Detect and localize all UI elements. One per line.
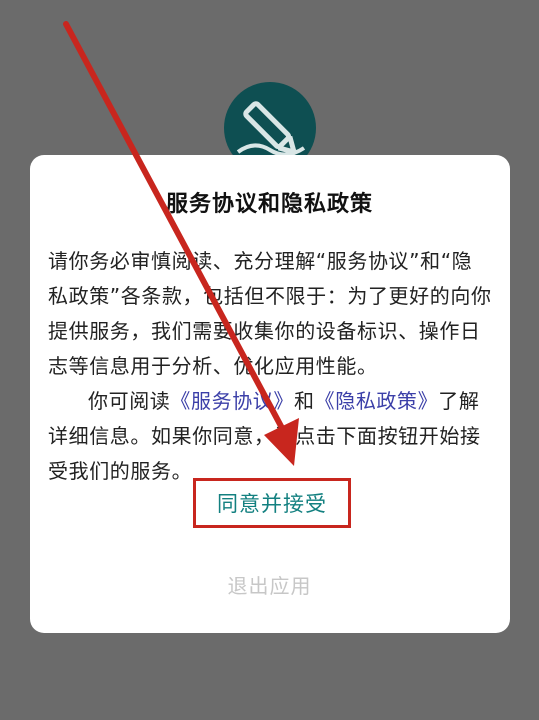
agree-button[interactable]: 同意并接受 xyxy=(193,478,351,528)
privacy-policy-link[interactable]: 《隐私政策》 xyxy=(315,389,439,413)
dialog-body: 请你务必审慎阅读、充分理解“服务协议”和“隐私政策”各条款，包括但不限于：为了更… xyxy=(48,244,492,489)
paragraph-2-prefix: 你可阅读 xyxy=(88,389,171,413)
body-paragraph-2: 你可阅读《服务协议》和《隐私政策》了解详细信息。如果你同意，请点击下面按钮开始接… xyxy=(48,384,492,489)
service-agreement-link[interactable]: 《服务协议》 xyxy=(170,389,294,413)
paragraph-2-and: 和 xyxy=(294,389,315,413)
exit-app-button[interactable]: 退出应用 xyxy=(0,570,539,599)
screen: 服务协议和隐私政策 请你务必审慎阅读、充分理解“服务协议”和“隐私政策”各条款，… xyxy=(0,0,539,720)
body-paragraph-1: 请你务必审慎阅读、充分理解“服务协议”和“隐私政策”各条款，包括但不限于：为了更… xyxy=(48,249,492,378)
dialog-title: 服务协议和隐私政策 xyxy=(165,192,373,217)
